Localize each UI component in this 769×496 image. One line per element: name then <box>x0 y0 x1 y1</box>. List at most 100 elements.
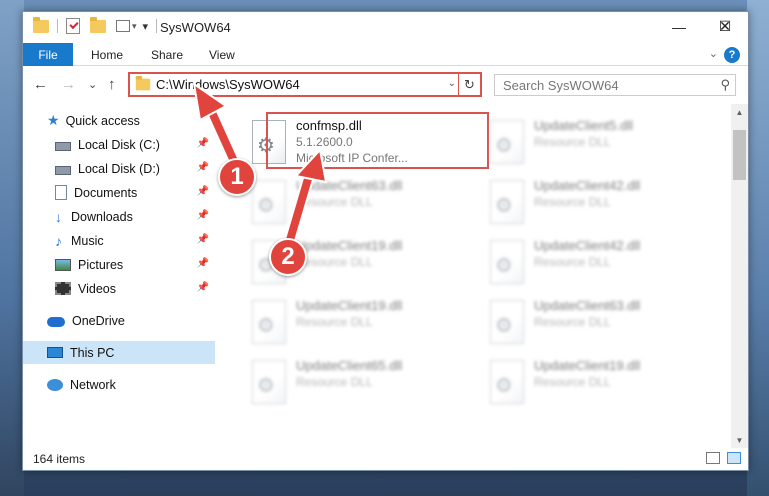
nav-item-documents[interactable]: Documents 📌 <box>23 181 215 204</box>
folder-icon <box>33 16 49 33</box>
nav-item-local-disk-d[interactable]: Local Disk (D:) 📌 <box>23 157 215 180</box>
pin-icon[interactable]: 📌 <box>197 162 209 173</box>
ribbon-tabs: File Home Share View ⌄ ? <box>23 43 748 66</box>
nav-item-downloads[interactable]: ↓ Downloads 📌 <box>23 205 215 228</box>
file-type: Resource DLL <box>296 375 373 389</box>
collapse-ribbon-icon[interactable]: ⌄ <box>709 47 718 60</box>
dll-file-icon <box>490 180 524 224</box>
nav-item-label: Documents <box>74 185 138 200</box>
dll-file-icon <box>490 360 524 404</box>
quick-access-toolbar: ▾ ▾ <box>33 16 158 34</box>
toolbar-dropdown-icon[interactable]: ▾ <box>143 20 149 33</box>
file-type: Resource DLL <box>534 195 611 209</box>
file-type: Resource DLL <box>296 255 373 269</box>
toolbar-separator <box>156 19 158 33</box>
navigation-bar: ← → ⌄ ↑ C:\Windows\SysWOW64 ⌄ ↻ Search S… <box>23 67 748 103</box>
view-options-icon[interactable] <box>116 20 130 32</box>
minimize-button[interactable]: — <box>656 12 702 41</box>
computer-icon <box>47 347 63 358</box>
nav-item-label: Music <box>71 233 104 248</box>
address-bar[interactable]: C:\Windows\SysWOW64 ⌄ ↻ <box>128 72 482 97</box>
nav-item-label: Quick access <box>65 113 140 128</box>
scroll-up-icon[interactable]: ▲ <box>731 104 748 121</box>
nav-item-local-disk-c[interactable]: Local Disk (C:) 📌 <box>23 133 215 156</box>
item-count: 164 items <box>33 452 86 466</box>
pin-icon[interactable]: 📌 <box>197 234 209 245</box>
vertical-scrollbar[interactable]: ▲ ▼ <box>731 104 748 449</box>
nav-item-label: Local Disk (C:) <box>78 137 160 152</box>
search-placeholder: Search SysWOW64 <box>503 77 619 93</box>
file-type: Resource DLL <box>534 135 611 149</box>
details-view-icon[interactable] <box>706 452 720 464</box>
file-tile[interactable]: UpdateClient63.dll Resource DLL <box>480 296 712 352</box>
file-tile[interactable]: UpdateClient5.dll Resource DLL <box>480 116 712 172</box>
document-icon <box>55 185 67 200</box>
tiles-view-icon[interactable] <box>727 452 741 464</box>
file-tile[interactable]: UpdateClient19.dll Resource DLL <box>480 356 712 412</box>
tab-file[interactable]: File <box>23 43 73 66</box>
properties-icon[interactable] <box>66 18 80 34</box>
help-icon[interactable]: ? <box>724 47 740 63</box>
pin-icon[interactable]: 📌 <box>197 210 209 221</box>
desktop-background-left <box>0 0 24 496</box>
step-callout-1: 1 <box>218 158 256 196</box>
nav-item-network[interactable]: Network <box>23 373 215 396</box>
file-tile[interactable]: UpdateClient42.dll Resource DLL <box>480 236 712 292</box>
nav-item-music[interactable]: ♪ Music 📌 <box>23 229 215 252</box>
file-name: UpdateClient5.dll <box>534 118 634 133</box>
new-folder-icon[interactable] <box>90 16 106 33</box>
file-type: Resource DLL <box>296 195 373 209</box>
tab-view[interactable]: View <box>209 43 235 66</box>
dll-file-icon <box>490 240 524 284</box>
nav-item-videos[interactable]: Videos 📌 <box>23 277 215 300</box>
file-type: Resource DLL <box>296 315 373 329</box>
forward-button[interactable]: → <box>61 76 76 93</box>
step-callout-2: 2 <box>269 238 307 276</box>
nav-item-pictures[interactable]: Pictures 📌 <box>23 253 215 276</box>
file-name: UpdateClient19.dll <box>296 298 403 313</box>
pin-icon[interactable]: 📌 <box>197 186 209 197</box>
file-name: UpdateClient42.dll <box>534 178 641 193</box>
disk-icon <box>55 165 71 175</box>
up-button[interactable]: ↑ <box>108 76 116 93</box>
file-tile[interactable]: UpdateClient42.dll Resource DLL <box>480 176 712 232</box>
desktop-background-right <box>747 0 769 496</box>
file-highlight-box <box>266 112 489 169</box>
tab-home[interactable]: Home <box>91 43 123 66</box>
status-bar: 164 items <box>23 448 748 470</box>
nav-item-this-pc[interactable]: This PC <box>23 341 215 364</box>
search-box[interactable]: Search SysWOW64 ⚲ <box>494 74 736 96</box>
customize-toolbar-chevron-icon[interactable]: ▾ <box>132 21 137 32</box>
nav-item-quick-access[interactable]: ★ Quick access <box>23 109 215 132</box>
file-type: Resource DLL <box>534 315 611 329</box>
file-tile[interactable]: UpdateClient19.dll Resource DLL <box>242 296 474 352</box>
pin-icon[interactable]: 📌 <box>197 258 209 269</box>
nav-item-label: Network <box>70 377 116 392</box>
nav-item-onedrive[interactable]: OneDrive <box>23 309 215 332</box>
pin-icon[interactable]: 📌 <box>197 138 209 149</box>
file-tile[interactable]: UpdateClient63.dll Resource DLL <box>242 176 474 232</box>
navigation-pane: ★ Quick access Local Disk (C:) 📌 Local D… <box>23 104 215 441</box>
window-title: SysWOW64 <box>160 20 231 35</box>
nav-item-label: Pictures <box>78 257 124 272</box>
dll-file-icon <box>252 360 286 404</box>
file-name: UpdateClient19.dll <box>296 238 403 253</box>
scroll-thumb[interactable] <box>733 130 746 180</box>
dll-file-icon <box>252 180 286 224</box>
address-dropdown-icon[interactable]: ⌄ <box>448 78 456 89</box>
pin-icon[interactable]: 📌 <box>197 282 209 293</box>
file-tile[interactable]: UpdateClient65.dll Resource DLL <box>242 356 474 412</box>
file-name: UpdateClient19.dll <box>534 358 641 373</box>
tab-share[interactable]: Share <box>151 43 183 66</box>
search-icon: ⚲ <box>720 77 730 92</box>
pictures-icon <box>55 258 71 271</box>
recent-locations-button[interactable]: ⌄ <box>88 78 97 91</box>
music-icon: ♪ <box>55 232 62 249</box>
star-icon: ★ <box>47 112 60 128</box>
close-button[interactable]: ✕ <box>702 12 748 41</box>
back-button[interactable]: ← <box>33 76 48 93</box>
scroll-down-icon[interactable]: ▼ <box>731 432 748 449</box>
download-icon: ↓ <box>55 208 62 225</box>
refresh-button[interactable]: ↻ <box>458 74 480 95</box>
title-bar: ▾ ▾ SysWOW64 — ☐ ✕ <box>23 12 748 43</box>
